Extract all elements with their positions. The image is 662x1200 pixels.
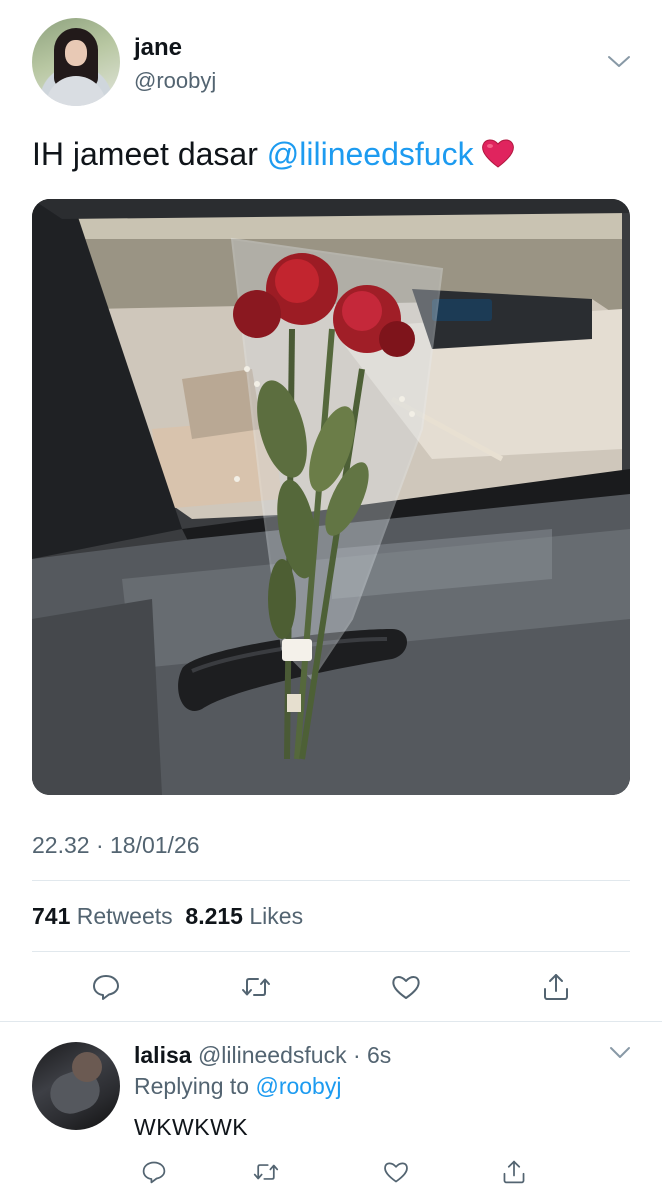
tweet-text-body: IH jameet dasar — [32, 136, 267, 172]
red-heart-emoji-icon — [481, 139, 514, 168]
retweet-button[interactable] — [246, 1152, 286, 1192]
reply-button[interactable] — [134, 1152, 174, 1192]
avatar-face — [65, 40, 87, 66]
retweets-label[interactable]: Retweets — [77, 903, 173, 929]
replying-to-label: Replying to — [134, 1073, 256, 1099]
chevron-down-icon[interactable] — [606, 52, 632, 72]
reply-icon — [142, 1161, 166, 1184]
like-button[interactable] — [384, 965, 428, 1009]
like-icon — [392, 976, 420, 999]
chevron-down-icon[interactable] — [608, 1044, 632, 1062]
divider — [32, 951, 630, 952]
retweet-icon — [253, 1164, 279, 1180]
author-display-name[interactable]: jane — [134, 34, 182, 62]
avatar-head — [72, 1052, 102, 1082]
reply-action-bar — [134, 1152, 534, 1192]
like-icon — [384, 1162, 408, 1183]
reply-tweet[interactable]: lalisa @lilineedsfuck · 6s Replying to @… — [0, 1024, 662, 1200]
reply-author-avatar[interactable] — [32, 1042, 120, 1130]
tweet-action-bar — [32, 965, 630, 1009]
share-icon — [544, 974, 568, 1000]
reply-author-line: lalisa @lilineedsfuck · 6s — [134, 1042, 391, 1069]
tweet-header: jane @roobyj — [32, 18, 632, 108]
share-icon — [503, 1160, 525, 1184]
likes-label[interactable]: Likes — [249, 903, 303, 929]
likes-count[interactable]: 8.215 — [185, 903, 243, 929]
tweet-timestamp: 22.32 · 18/01/26 — [32, 832, 200, 858]
retweets-count[interactable]: 741 — [32, 903, 70, 929]
replying-to-mention[interactable]: @roobyj — [255, 1073, 341, 1099]
author-avatar[interactable] — [32, 18, 120, 106]
retweet-icon — [242, 978, 270, 996]
tweet-mention-link[interactable]: @lilineedsfuck — [267, 136, 474, 172]
like-button[interactable] — [376, 1152, 416, 1192]
reply-button[interactable] — [84, 965, 128, 1009]
reply-text: WKWKWK — [134, 1114, 249, 1140]
share-button[interactable] — [534, 965, 578, 1009]
tweet-stats: 741 Retweets 8.215 Likes — [32, 903, 303, 930]
reply-icon — [93, 975, 119, 1000]
divider — [32, 880, 630, 881]
replying-to-line: Replying to @roobyj — [134, 1073, 341, 1100]
retweet-button[interactable] — [234, 965, 278, 1009]
tweet-text: IH jameet dasar @lilineedsfuck — [32, 136, 516, 173]
tweet-photo[interactable] — [32, 199, 630, 795]
share-button[interactable] — [494, 1152, 534, 1192]
reply-author-handle-time[interactable]: @lilineedsfuck · 6s — [198, 1042, 391, 1068]
reply-author-display-name[interactable]: lalisa — [134, 1042, 192, 1068]
author-handle[interactable]: @roobyj — [134, 68, 216, 94]
divider — [0, 1021, 662, 1022]
photo-car-roses — [32, 199, 630, 795]
